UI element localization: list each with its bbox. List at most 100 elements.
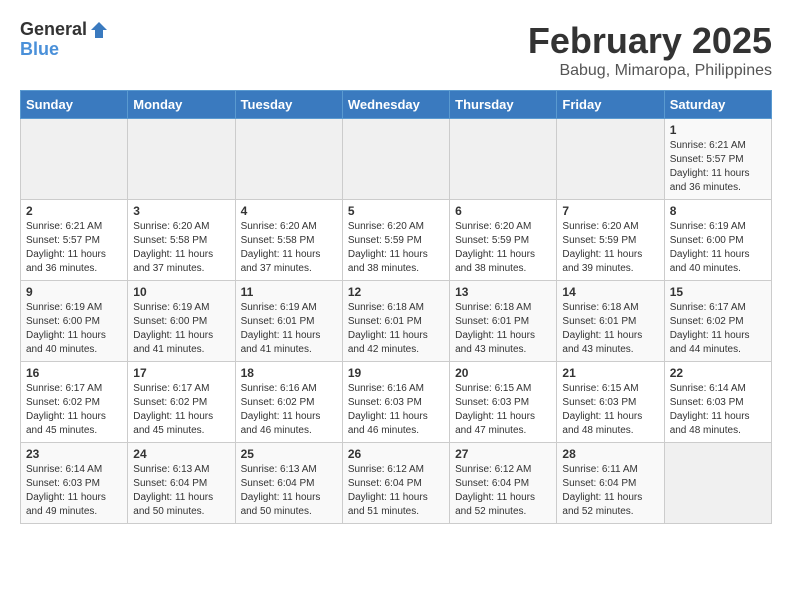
day-number: 11 bbox=[241, 285, 337, 299]
day-number: 3 bbox=[133, 204, 229, 218]
calendar-cell: 1 Sunrise: 6:21 AMSunset: 5:57 PMDayligh… bbox=[664, 119, 771, 200]
day-number: 19 bbox=[348, 366, 444, 380]
cell-info: Sunrise: 6:20 AMSunset: 5:59 PMDaylight:… bbox=[348, 221, 428, 274]
day-number: 9 bbox=[26, 285, 122, 299]
cell-info: Sunrise: 6:20 AMSunset: 5:59 PMDaylight:… bbox=[455, 221, 535, 274]
cell-info: Sunrise: 6:20 AMSunset: 5:59 PMDaylight:… bbox=[562, 221, 642, 274]
header-monday: Monday bbox=[128, 91, 235, 119]
calendar-cell bbox=[21, 119, 128, 200]
calendar-cell: 23 Sunrise: 6:14 AMSunset: 6:03 PMDaylig… bbox=[21, 443, 128, 524]
header-friday: Friday bbox=[557, 91, 664, 119]
day-number: 12 bbox=[348, 285, 444, 299]
cell-info: Sunrise: 6:18 AMSunset: 6:01 PMDaylight:… bbox=[562, 302, 642, 355]
cell-info: Sunrise: 6:14 AMSunset: 6:03 PMDaylight:… bbox=[670, 383, 750, 436]
calendar-cell: 16 Sunrise: 6:17 AMSunset: 6:02 PMDaylig… bbox=[21, 362, 128, 443]
cell-info: Sunrise: 6:17 AMSunset: 6:02 PMDaylight:… bbox=[133, 383, 213, 436]
calendar-cell: 24 Sunrise: 6:13 AMSunset: 6:04 PMDaylig… bbox=[128, 443, 235, 524]
day-number: 24 bbox=[133, 447, 229, 461]
day-number: 15 bbox=[670, 285, 766, 299]
day-number: 22 bbox=[670, 366, 766, 380]
calendar-cell: 4 Sunrise: 6:20 AMSunset: 5:58 PMDayligh… bbox=[235, 200, 342, 281]
cell-info: Sunrise: 6:20 AMSunset: 5:58 PMDaylight:… bbox=[241, 221, 321, 274]
day-number: 1 bbox=[670, 123, 766, 137]
calendar-cell: 5 Sunrise: 6:20 AMSunset: 5:59 PMDayligh… bbox=[342, 200, 449, 281]
calendar-cell bbox=[450, 119, 557, 200]
day-number: 23 bbox=[26, 447, 122, 461]
cell-info: Sunrise: 6:12 AMSunset: 6:04 PMDaylight:… bbox=[455, 464, 535, 517]
day-number: 16 bbox=[26, 366, 122, 380]
cell-info: Sunrise: 6:18 AMSunset: 6:01 PMDaylight:… bbox=[455, 302, 535, 355]
week-row-4: 23 Sunrise: 6:14 AMSunset: 6:03 PMDaylig… bbox=[21, 443, 772, 524]
day-number: 5 bbox=[348, 204, 444, 218]
week-row-1: 2 Sunrise: 6:21 AMSunset: 5:57 PMDayligh… bbox=[21, 200, 772, 281]
day-number: 20 bbox=[455, 366, 551, 380]
calendar-cell: 11 Sunrise: 6:19 AMSunset: 6:01 PMDaylig… bbox=[235, 281, 342, 362]
calendar-cell: 12 Sunrise: 6:18 AMSunset: 6:01 PMDaylig… bbox=[342, 281, 449, 362]
calendar-cell: 20 Sunrise: 6:15 AMSunset: 6:03 PMDaylig… bbox=[450, 362, 557, 443]
calendar-cell: 21 Sunrise: 6:15 AMSunset: 6:03 PMDaylig… bbox=[557, 362, 664, 443]
calendar-cell: 17 Sunrise: 6:17 AMSunset: 6:02 PMDaylig… bbox=[128, 362, 235, 443]
cell-info: Sunrise: 6:18 AMSunset: 6:01 PMDaylight:… bbox=[348, 302, 428, 355]
cell-info: Sunrise: 6:13 AMSunset: 6:04 PMDaylight:… bbox=[241, 464, 321, 517]
calendar-cell: 8 Sunrise: 6:19 AMSunset: 6:00 PMDayligh… bbox=[664, 200, 771, 281]
title-area: February 2025 Babug, Mimaropa, Philippin… bbox=[528, 20, 772, 80]
calendar-cell bbox=[664, 443, 771, 524]
header-sunday: Sunday bbox=[21, 91, 128, 119]
calendar-cell bbox=[128, 119, 235, 200]
cell-info: Sunrise: 6:15 AMSunset: 6:03 PMDaylight:… bbox=[562, 383, 642, 436]
header-thursday: Thursday bbox=[450, 91, 557, 119]
calendar-cell: 10 Sunrise: 6:19 AMSunset: 6:00 PMDaylig… bbox=[128, 281, 235, 362]
calendar-cell: 14 Sunrise: 6:18 AMSunset: 6:01 PMDaylig… bbox=[557, 281, 664, 362]
logo: General Blue bbox=[20, 20, 109, 60]
week-row-3: 16 Sunrise: 6:17 AMSunset: 6:02 PMDaylig… bbox=[21, 362, 772, 443]
day-number: 14 bbox=[562, 285, 658, 299]
subtitle: Babug, Mimaropa, Philippines bbox=[528, 62, 772, 80]
day-number: 4 bbox=[241, 204, 337, 218]
calendar-cell: 2 Sunrise: 6:21 AMSunset: 5:57 PMDayligh… bbox=[21, 200, 128, 281]
cell-info: Sunrise: 6:16 AMSunset: 6:02 PMDaylight:… bbox=[241, 383, 321, 436]
calendar-cell bbox=[342, 119, 449, 200]
calendar-cell: 6 Sunrise: 6:20 AMSunset: 5:59 PMDayligh… bbox=[450, 200, 557, 281]
header-wednesday: Wednesday bbox=[342, 91, 449, 119]
logo-general: General bbox=[20, 20, 87, 40]
cell-info: Sunrise: 6:16 AMSunset: 6:03 PMDaylight:… bbox=[348, 383, 428, 436]
logo-icon bbox=[89, 20, 109, 40]
day-number: 28 bbox=[562, 447, 658, 461]
calendar-table: SundayMondayTuesdayWednesdayThursdayFrid… bbox=[20, 90, 772, 524]
day-number: 10 bbox=[133, 285, 229, 299]
cell-info: Sunrise: 6:21 AMSunset: 5:57 PMDaylight:… bbox=[670, 140, 750, 193]
header-saturday: Saturday bbox=[664, 91, 771, 119]
cell-info: Sunrise: 6:11 AMSunset: 6:04 PMDaylight:… bbox=[562, 464, 642, 517]
cell-info: Sunrise: 6:19 AMSunset: 6:00 PMDaylight:… bbox=[670, 221, 750, 274]
cell-info: Sunrise: 6:13 AMSunset: 6:04 PMDaylight:… bbox=[133, 464, 213, 517]
day-number: 17 bbox=[133, 366, 229, 380]
cell-info: Sunrise: 6:17 AMSunset: 6:02 PMDaylight:… bbox=[26, 383, 106, 436]
day-number: 6 bbox=[455, 204, 551, 218]
logo-blue: Blue bbox=[20, 40, 109, 60]
calendar-cell: 7 Sunrise: 6:20 AMSunset: 5:59 PMDayligh… bbox=[557, 200, 664, 281]
cell-info: Sunrise: 6:15 AMSunset: 6:03 PMDaylight:… bbox=[455, 383, 535, 436]
day-number: 21 bbox=[562, 366, 658, 380]
day-number: 7 bbox=[562, 204, 658, 218]
header-row: SundayMondayTuesdayWednesdayThursdayFrid… bbox=[21, 91, 772, 119]
calendar-cell: 3 Sunrise: 6:20 AMSunset: 5:58 PMDayligh… bbox=[128, 200, 235, 281]
day-number: 26 bbox=[348, 447, 444, 461]
calendar-cell bbox=[557, 119, 664, 200]
calendar-cell: 25 Sunrise: 6:13 AMSunset: 6:04 PMDaylig… bbox=[235, 443, 342, 524]
calendar-cell bbox=[235, 119, 342, 200]
calendar-cell: 18 Sunrise: 6:16 AMSunset: 6:02 PMDaylig… bbox=[235, 362, 342, 443]
day-number: 8 bbox=[670, 204, 766, 218]
day-number: 25 bbox=[241, 447, 337, 461]
cell-info: Sunrise: 6:17 AMSunset: 6:02 PMDaylight:… bbox=[670, 302, 750, 355]
calendar-cell: 22 Sunrise: 6:14 AMSunset: 6:03 PMDaylig… bbox=[664, 362, 771, 443]
day-number: 2 bbox=[26, 204, 122, 218]
main-title: February 2025 bbox=[528, 20, 772, 62]
day-number: 18 bbox=[241, 366, 337, 380]
calendar-cell: 27 Sunrise: 6:12 AMSunset: 6:04 PMDaylig… bbox=[450, 443, 557, 524]
calendar-cell: 28 Sunrise: 6:11 AMSunset: 6:04 PMDaylig… bbox=[557, 443, 664, 524]
cell-info: Sunrise: 6:20 AMSunset: 5:58 PMDaylight:… bbox=[133, 221, 213, 274]
calendar-cell: 19 Sunrise: 6:16 AMSunset: 6:03 PMDaylig… bbox=[342, 362, 449, 443]
header: General Blue February 2025 Babug, Mimaro… bbox=[20, 20, 772, 80]
week-row-0: 1 Sunrise: 6:21 AMSunset: 5:57 PMDayligh… bbox=[21, 119, 772, 200]
cell-info: Sunrise: 6:19 AMSunset: 6:00 PMDaylight:… bbox=[26, 302, 106, 355]
